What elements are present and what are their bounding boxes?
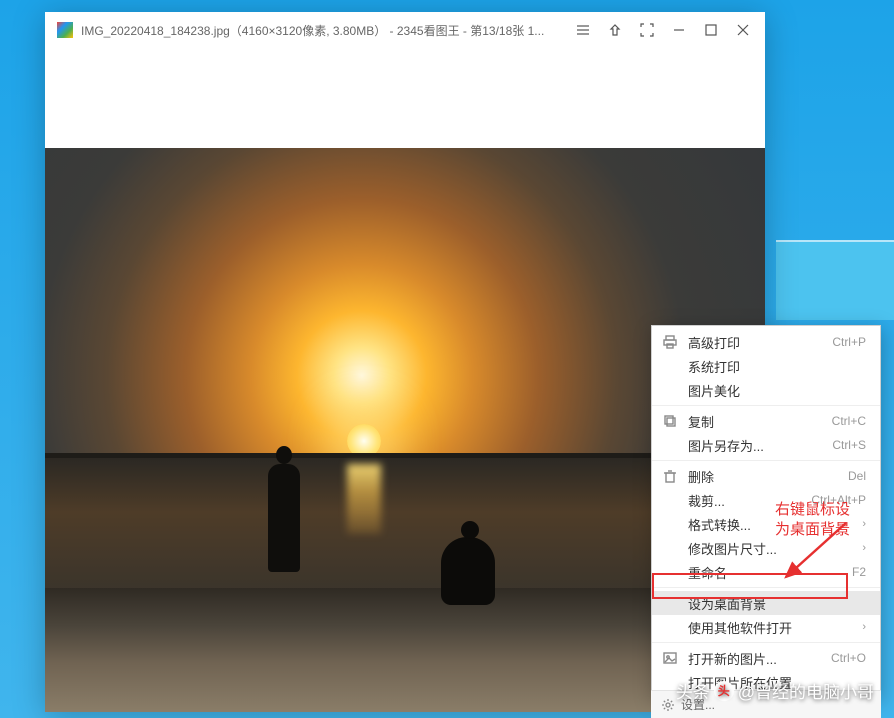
pin-button[interactable] (599, 12, 631, 48)
menu-label: 复制 (688, 412, 832, 431)
minimize-button[interactable] (663, 12, 695, 48)
copy-icon (662, 413, 678, 429)
titlebar: IMG_20220418_184238.jpg（4160×3120像素, 3.8… (45, 12, 765, 48)
menu-button[interactable] (567, 12, 599, 48)
menu-label: 高级打印 (688, 333, 832, 352)
image-icon (662, 650, 678, 666)
watermark-prefix: 头条 (676, 678, 710, 703)
blank-icon (662, 564, 678, 580)
menu-shortcut: Ctrl+P (832, 335, 866, 349)
menu-label: 打开新的图片... (688, 649, 831, 668)
menu-shortcut: Del (848, 469, 866, 483)
chevron-right-icon: › (862, 542, 866, 554)
menu-shortcut: Ctrl+O (831, 651, 866, 665)
menu-item-rename[interactable]: 重命名 F2 (652, 560, 880, 584)
menu-item-save-as[interactable]: 图片另存为... Ctrl+S (652, 433, 880, 457)
gear-icon (661, 698, 675, 712)
menu-item-resize[interactable]: 修改图片尺寸... › (652, 536, 880, 560)
menu-label: 修改图片尺寸... (688, 539, 856, 558)
chevron-right-icon: › (862, 518, 866, 530)
maximize-button[interactable] (695, 12, 727, 48)
menu-item-set-wallpaper[interactable]: 设为桌面背景 (652, 591, 880, 615)
menu-item-format-convert[interactable]: 格式转换... › (652, 512, 880, 536)
watermark: 头条 头 @曾经的电脑小哥 (676, 678, 874, 703)
blank-icon (662, 540, 678, 556)
chevron-right-icon: › (862, 621, 866, 633)
desktop-background-accent (776, 240, 894, 320)
blank-icon (662, 516, 678, 532)
window-title: IMG_20220418_184238.jpg（4160×3120像素, 3.8… (81, 22, 567, 39)
menu-label: 格式转换... (688, 515, 856, 534)
photo-person-standing (268, 464, 300, 572)
menu-item-open-new[interactable]: 打开新的图片... Ctrl+O (652, 646, 880, 670)
menu-separator (652, 587, 880, 588)
blank-icon (662, 358, 678, 374)
menu-item-open-with[interactable]: 使用其他软件打开 › (652, 615, 880, 639)
menu-shortcut: Ctrl+C (832, 414, 866, 428)
close-button[interactable] (727, 12, 759, 48)
blank-icon (662, 595, 678, 611)
menu-label: 重命名 (688, 563, 852, 582)
menu-label: 系统打印 (688, 357, 866, 376)
app-icon (57, 22, 73, 38)
menu-item-crop[interactable]: 裁剪... Ctrl+Alt+P (652, 488, 880, 512)
menu-item-beautify[interactable]: 图片美化 (652, 378, 880, 402)
printer-icon (662, 334, 678, 350)
menu-label: 设为桌面背景 (688, 594, 866, 613)
watermark-icon: 头 (714, 681, 734, 701)
photo-sun-reflection (347, 464, 381, 534)
menu-shortcut: Ctrl+Alt+P (811, 493, 866, 507)
menu-item-system-print[interactable]: 系统打印 (652, 354, 880, 378)
menu-separator (652, 642, 880, 643)
menu-item-advanced-print[interactable]: 高级打印 Ctrl+P (652, 330, 880, 354)
trash-icon (662, 468, 678, 484)
menu-item-delete[interactable]: 删除 Del (652, 464, 880, 488)
menu-label: 图片美化 (688, 381, 866, 400)
blank-icon (662, 492, 678, 508)
context-menu: 高级打印 Ctrl+P 系统打印 图片美化 复制 Ctrl+C 图片另存为...… (651, 325, 881, 699)
menu-shortcut: Ctrl+S (832, 438, 866, 452)
menu-label: 删除 (688, 467, 848, 486)
blank-icon (662, 382, 678, 398)
fullscreen-button[interactable] (631, 12, 663, 48)
menu-separator (652, 405, 880, 406)
blank-icon (662, 437, 678, 453)
blank-icon (662, 619, 678, 635)
menu-label: 裁剪... (688, 491, 811, 510)
watermark-text: @曾经的电脑小哥 (738, 678, 874, 703)
menu-item-copy[interactable]: 复制 Ctrl+C (652, 409, 880, 433)
menu-label: 使用其他软件打开 (688, 618, 856, 637)
menu-shortcut: F2 (852, 565, 866, 579)
menu-separator (652, 460, 880, 461)
menu-label: 图片另存为... (688, 436, 832, 455)
window-controls (567, 12, 759, 48)
photo-person-crouching (441, 537, 495, 605)
